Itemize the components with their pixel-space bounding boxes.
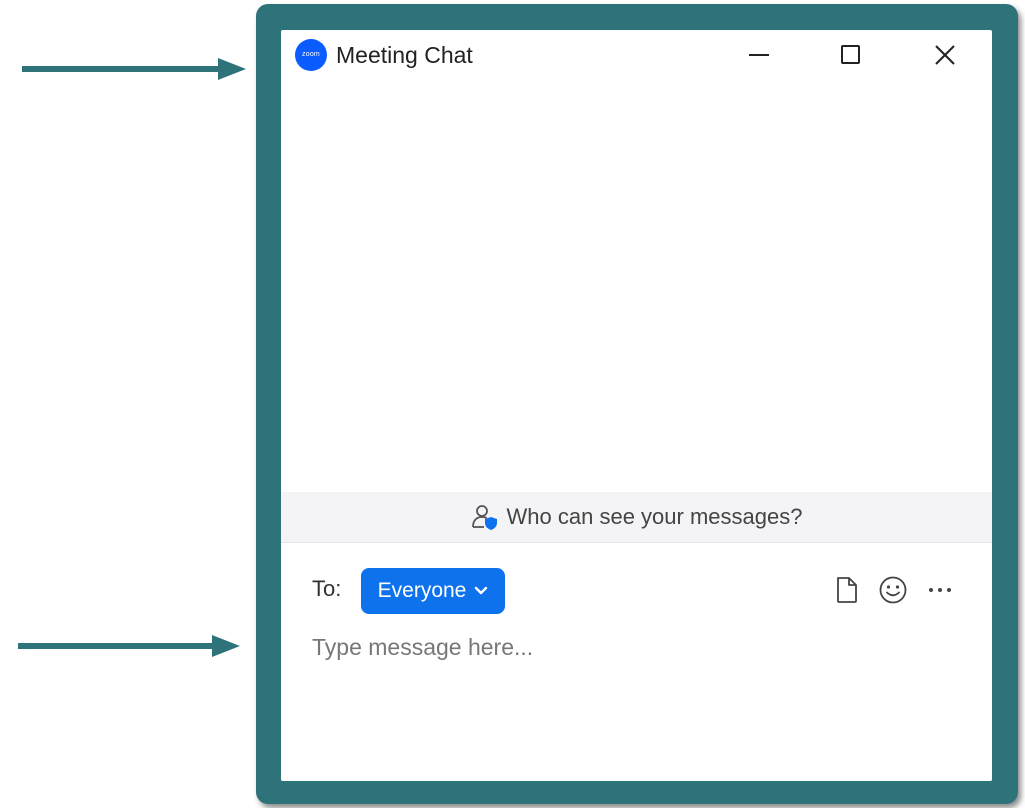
emoji-button[interactable] [878, 574, 908, 606]
recipient-label: Everyone [377, 579, 467, 602]
message-composer: To: Everyone [281, 543, 992, 781]
user-shield-icon [471, 505, 497, 530]
window-title: Meeting Chat [336, 42, 473, 68]
maximize-icon [841, 45, 860, 64]
screenshot-stage: zoom Meeting Chat Who can see your messa… [0, 0, 1025, 808]
close-icon [935, 45, 955, 65]
visibility-prompt: Who can see your messages? [506, 504, 803, 529]
visibility-info-bar[interactable]: Who can see your messages? [281, 492, 992, 543]
message-input[interactable] [312, 629, 962, 665]
to-label: To: [312, 576, 342, 601]
minimize-button[interactable] [741, 40, 777, 70]
messages-area[interactable] [281, 82, 992, 492]
meeting-chat-window: zoom Meeting Chat Who can see your messa… [281, 30, 992, 781]
emoji-icon [879, 576, 907, 604]
zoom-logo: zoom [295, 39, 327, 71]
close-button[interactable] [927, 40, 963, 70]
chevron-down-icon [474, 586, 488, 596]
more-options-button[interactable] [925, 574, 955, 606]
annotation-arrow-input [18, 635, 240, 657]
minimize-icon [749, 54, 769, 56]
recipient-dropdown[interactable]: Everyone [361, 568, 505, 614]
title-bar[interactable]: zoom Meeting Chat [281, 30, 992, 82]
maximize-button[interactable] [833, 40, 869, 70]
annotation-arrow-title [22, 58, 246, 80]
file-button[interactable] [832, 574, 862, 606]
file-icon [837, 577, 857, 603]
more-horizontal-icon [929, 588, 951, 592]
